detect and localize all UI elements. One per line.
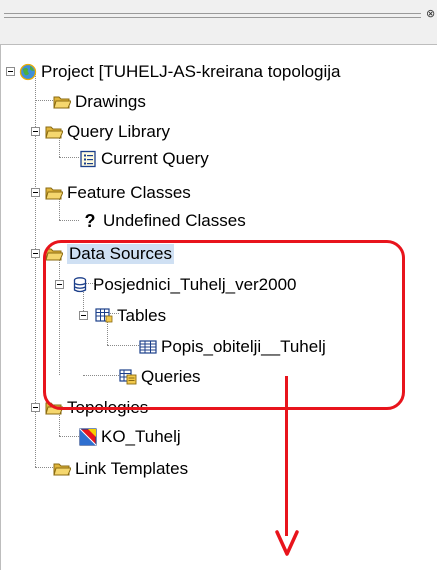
highlight-callout-box (43, 240, 405, 410)
folder-icon (45, 184, 64, 202)
tree-node-label: Drawings (75, 92, 146, 111)
collapse-toggle-data-sources[interactable] (31, 249, 40, 258)
tree-node-label: KO_Tuhelj (101, 427, 181, 446)
tree-node-label: Project [TUHELJ-AS-kreirana topologija (41, 62, 341, 81)
tree-node-label: Link Templates (75, 459, 189, 478)
tree-node-ko-tuhelj[interactable]: KO_Tuhelj (79, 423, 181, 451)
tree-node-current-query[interactable]: Current Query (79, 145, 209, 173)
tree-node-project[interactable]: Project [TUHELJ-AS-kreirana topologija (19, 58, 341, 86)
tree-node-link-templates[interactable]: Link Templates (53, 455, 188, 483)
collapse-toggle-project[interactable] (6, 67, 15, 76)
tree-node-query-library[interactable]: Query Library (45, 118, 170, 146)
collapse-toggle-feature-classes[interactable] (31, 188, 40, 197)
tree-node-drawings[interactable]: Drawings (53, 88, 146, 116)
tree-line (59, 436, 79, 437)
collapse-toggle-query-library[interactable] (31, 127, 40, 136)
tree-node-feature-classes[interactable]: Feature Classes (45, 179, 191, 207)
grip-line (4, 13, 421, 14)
dock-title-bar[interactable]: ⊗ (0, 0, 437, 44)
annotation-arrow-line (285, 376, 288, 536)
folder-icon (53, 93, 72, 111)
tree-node-undefined-classes[interactable]: ? Undefined Classes (81, 207, 246, 235)
collapse-toggle-topologies[interactable] (31, 403, 40, 412)
topology-icon (79, 428, 97, 446)
tree-node-label: Current Query (101, 149, 209, 168)
app-window: { "window": { "close_glyph": "⊗" }, "tre… (0, 0, 437, 570)
folder-icon (53, 460, 72, 478)
grip-line (4, 17, 421, 18)
tree-line (59, 157, 79, 158)
tree-node-label: Feature Classes (67, 183, 191, 202)
tree-line (59, 220, 79, 221)
question-mark-icon: ? (84, 211, 96, 231)
folder-icon (45, 123, 64, 141)
tree-line (35, 100, 53, 101)
tree-line (35, 467, 55, 468)
globe-icon (19, 63, 37, 81)
tree-node-label: Undefined Classes (103, 211, 246, 230)
annotation-arrow-head-icon (275, 530, 299, 556)
close-icon[interactable]: ⊗ (426, 8, 435, 20)
query-icon (79, 150, 97, 168)
tree-node-label: Query Library (67, 122, 170, 141)
